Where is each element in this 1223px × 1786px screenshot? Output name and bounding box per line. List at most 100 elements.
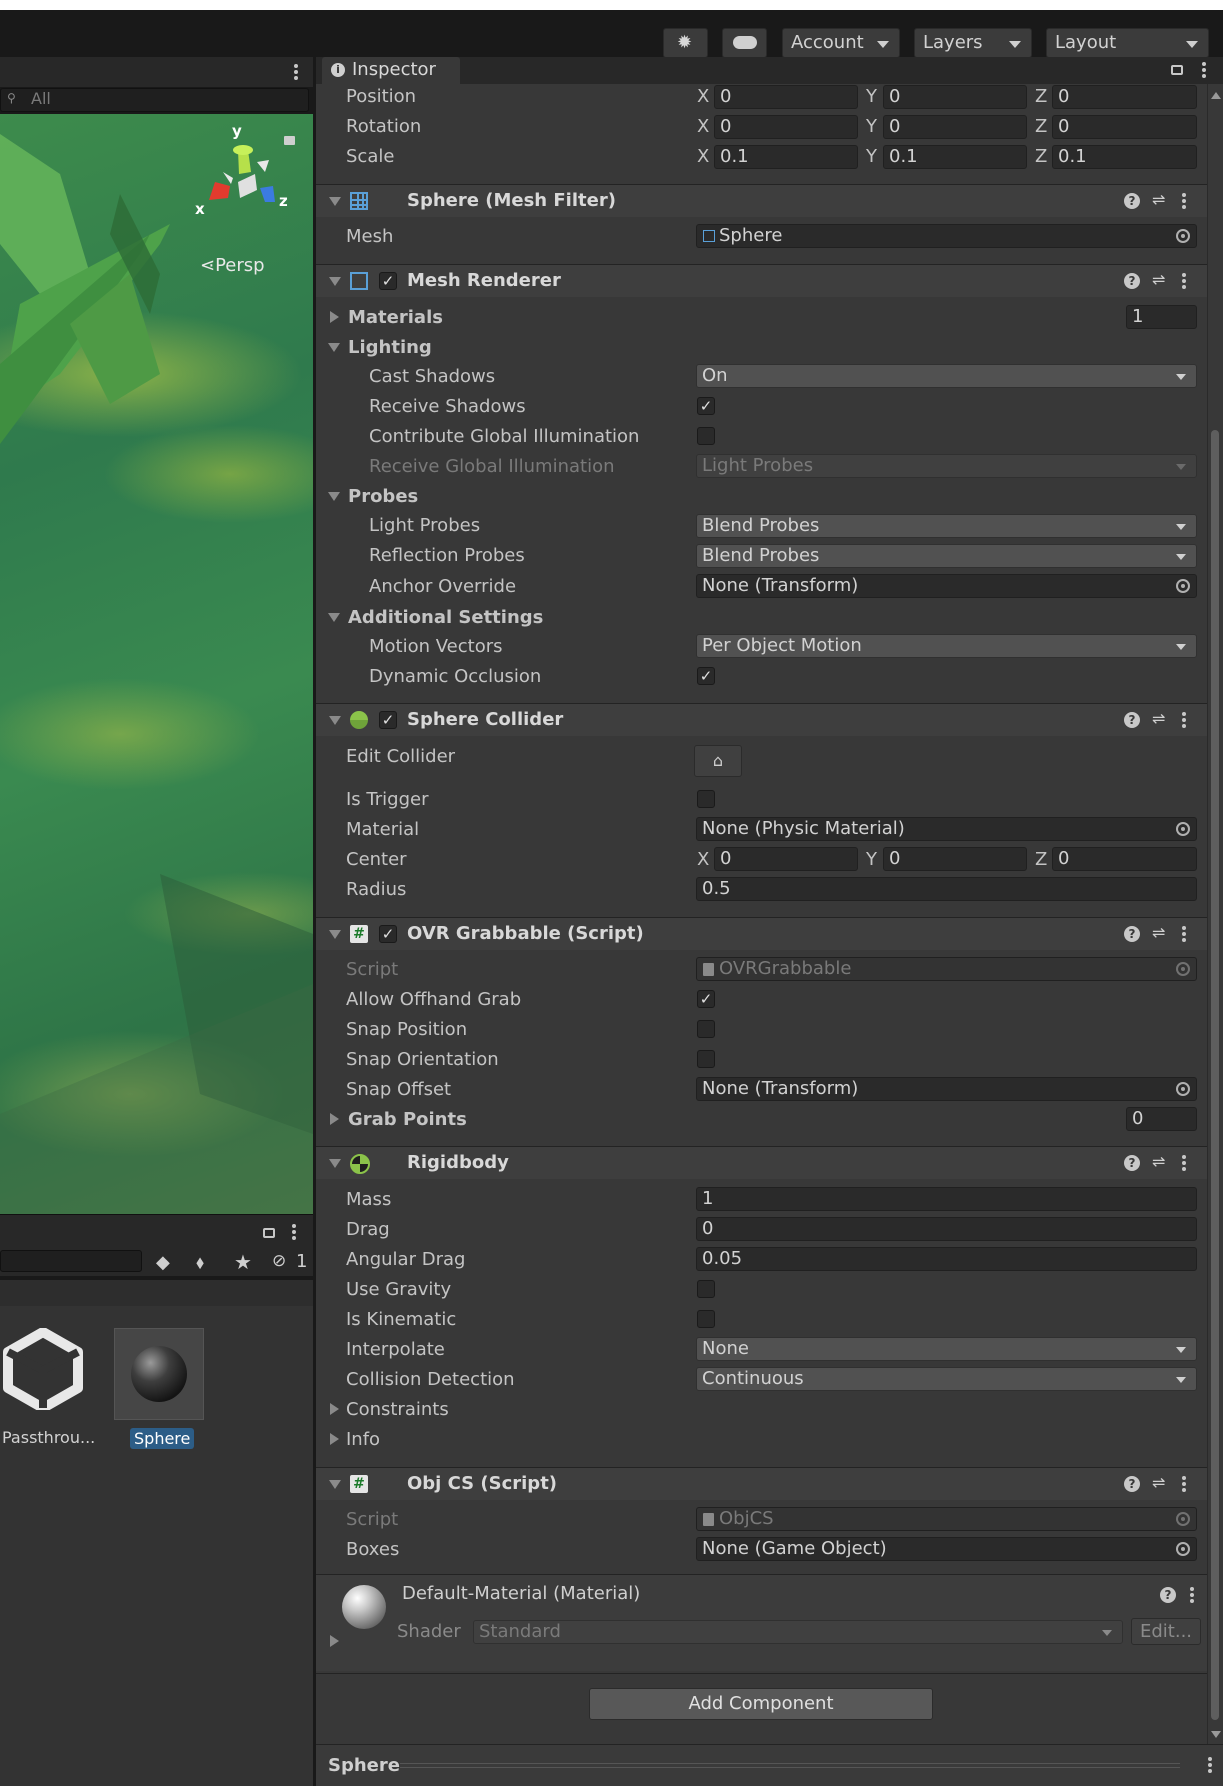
is-trigger-checkbox[interactable] xyxy=(697,790,715,808)
object-picker-icon[interactable] xyxy=(1176,229,1190,243)
help-icon[interactable]: ? xyxy=(1124,712,1140,728)
materials-label[interactable]: Materials xyxy=(348,307,443,328)
scale-z-field[interactable]: 0.1 xyxy=(1052,145,1197,169)
filter-by-label-icon[interactable]: ⬧ xyxy=(196,1252,204,1273)
grab-points-count-field[interactable]: 0 xyxy=(1126,1107,1197,1131)
center-y-field[interactable]: 0 xyxy=(883,847,1027,871)
lighting-label[interactable]: Lighting xyxy=(348,337,432,358)
light-probes-dropdown[interactable]: Blend Probes xyxy=(696,514,1197,538)
anchor-override-field[interactable]: None (Transform) xyxy=(696,574,1197,598)
object-picker-icon[interactable] xyxy=(1176,1542,1190,1556)
lock-icon[interactable] xyxy=(263,1228,275,1238)
filter-by-type-icon[interactable]: ◆ xyxy=(156,1252,170,1273)
use-gravity-checkbox[interactable] xyxy=(697,1280,715,1298)
is-kinematic-checkbox[interactable] xyxy=(697,1310,715,1328)
more-options-icon[interactable] xyxy=(1182,712,1186,728)
additional-settings-label[interactable]: Additional Settings xyxy=(348,607,543,628)
help-icon[interactable]: ? xyxy=(1124,1155,1140,1171)
fold-expanded-icon[interactable] xyxy=(329,277,341,286)
perspective-toggle[interactable]: ⋖Persp xyxy=(200,255,265,276)
more-options-icon[interactable] xyxy=(1182,1155,1186,1171)
fold-collapsed-icon[interactable] xyxy=(330,311,339,323)
center-z-field[interactable]: 0 xyxy=(1052,847,1197,871)
fold-expanded-icon[interactable] xyxy=(329,197,341,206)
object-picker-icon[interactable] xyxy=(1176,822,1190,836)
more-options-icon[interactable] xyxy=(292,1224,296,1240)
scrollbar-thumb[interactable] xyxy=(1211,430,1219,1720)
presets-icon[interactable]: ⇌ xyxy=(1152,190,1165,209)
orientation-gizmo[interactable]: y x z xyxy=(195,122,295,226)
snap-offset-field[interactable]: None (Transform) xyxy=(696,1077,1197,1101)
grab-points-label[interactable]: Grab Points xyxy=(348,1109,467,1130)
boxes-field[interactable]: None (Game Object) xyxy=(696,1537,1197,1561)
fold-collapsed-icon[interactable] xyxy=(330,1403,339,1415)
position-x-field[interactable]: 0 xyxy=(714,85,858,109)
fold-collapsed-icon[interactable] xyxy=(330,1113,339,1125)
cloud-button[interactable] xyxy=(722,28,767,58)
lighting-toggle-button[interactable]: ✹ xyxy=(663,28,708,58)
fold-collapsed-icon[interactable] xyxy=(330,1433,339,1445)
obj-cs-header[interactable]: # Obj CS (Script) ? ⇌ xyxy=(316,1467,1207,1500)
add-component-button[interactable]: Add Component xyxy=(589,1688,933,1720)
info-label[interactable]: Info xyxy=(346,1429,380,1450)
collision-detection-dropdown[interactable]: Continuous xyxy=(696,1367,1197,1391)
mesh-object-field[interactable]: Sphere xyxy=(696,224,1197,248)
mesh-renderer-header[interactable]: ✓ Mesh Renderer ? ⇌ xyxy=(316,264,1207,297)
more-options-icon[interactable] xyxy=(294,64,298,80)
snap-position-checkbox[interactable] xyxy=(697,1020,715,1038)
favorites-star-icon[interactable]: ★ xyxy=(234,1250,252,1274)
cast-shadows-dropdown[interactable]: On xyxy=(696,364,1197,388)
scroll-down-icon[interactable] xyxy=(1211,1731,1221,1738)
scene-search-input[interactable]: ⚲ All xyxy=(0,88,309,112)
object-picker-icon[interactable] xyxy=(1176,1082,1190,1096)
receive-shadows-checkbox[interactable]: ✓ xyxy=(697,397,715,415)
asset-item[interactable]: Passthrou... xyxy=(0,1328,95,1448)
scroll-up-icon[interactable] xyxy=(1211,92,1221,99)
allow-offhand-checkbox[interactable]: ✓ xyxy=(697,990,715,1008)
help-icon[interactable]: ? xyxy=(1124,1476,1140,1492)
shader-edit-button[interactable]: Edit... xyxy=(1131,1618,1201,1645)
dynamic-occlusion-checkbox[interactable]: ✓ xyxy=(697,667,715,685)
drag-field[interactable]: 0 xyxy=(696,1217,1197,1241)
hidden-packages-icon[interactable]: ⊘ xyxy=(272,1251,286,1271)
fold-expanded-icon[interactable] xyxy=(328,343,340,352)
help-icon[interactable]: ? xyxy=(1124,193,1140,209)
layers-dropdown[interactable]: Layers xyxy=(914,28,1032,58)
enable-checkbox[interactable]: ✓ xyxy=(379,711,397,729)
shader-dropdown[interactable]: Standard xyxy=(473,1620,1123,1644)
asset-item-selected[interactable]: Sphere xyxy=(113,1328,205,1454)
constraints-label[interactable]: Constraints xyxy=(346,1399,449,1420)
rotation-y-field[interactable]: 0 xyxy=(883,115,1027,139)
rotation-x-field[interactable]: 0 xyxy=(714,115,858,139)
fold-expanded-icon[interactable] xyxy=(329,930,341,939)
interpolate-dropdown[interactable]: None xyxy=(696,1337,1197,1361)
drag-handle[interactable] xyxy=(400,1763,1180,1768)
project-search-input[interactable] xyxy=(0,1250,142,1272)
physic-material-field[interactable]: None (Physic Material) xyxy=(696,817,1197,841)
angular-drag-field[interactable]: 0.05 xyxy=(696,1247,1197,1271)
presets-icon[interactable]: ⇌ xyxy=(1152,1152,1165,1171)
reflection-probes-dropdown[interactable]: Blend Probes xyxy=(696,544,1197,568)
center-x-field[interactable]: 0 xyxy=(714,847,858,871)
help-icon[interactable]: ? xyxy=(1160,1587,1176,1603)
mass-field[interactable]: 1 xyxy=(696,1187,1197,1211)
fold-expanded-icon[interactable] xyxy=(328,613,340,622)
ovr-grabbable-header[interactable]: # ✓ OVR Grabbable (Script) ? ⇌ xyxy=(316,917,1207,950)
probes-label[interactable]: Probes xyxy=(348,486,418,507)
fold-expanded-icon[interactable] xyxy=(328,492,340,501)
object-picker-icon[interactable] xyxy=(1176,579,1190,593)
more-options-icon[interactable] xyxy=(1182,193,1186,209)
layout-dropdown[interactable]: Layout xyxy=(1046,28,1209,58)
contribute-gi-checkbox[interactable] xyxy=(697,427,715,445)
radius-field[interactable]: 0.5 xyxy=(696,877,1197,901)
preview-footer[interactable]: Sphere xyxy=(316,1744,1223,1786)
lock-icon[interactable] xyxy=(284,136,295,145)
account-dropdown[interactable]: Account xyxy=(782,28,900,58)
presets-icon[interactable]: ⇌ xyxy=(1152,270,1165,289)
fold-expanded-icon[interactable] xyxy=(329,1480,341,1489)
fold-expanded-icon[interactable] xyxy=(329,1159,341,1168)
position-z-field[interactable]: 0 xyxy=(1052,85,1197,109)
position-y-field[interactable]: 0 xyxy=(883,85,1027,109)
materials-count-field[interactable]: 1 xyxy=(1126,305,1197,329)
sphere-collider-header[interactable]: ✓ Sphere Collider ? ⇌ xyxy=(316,703,1207,736)
